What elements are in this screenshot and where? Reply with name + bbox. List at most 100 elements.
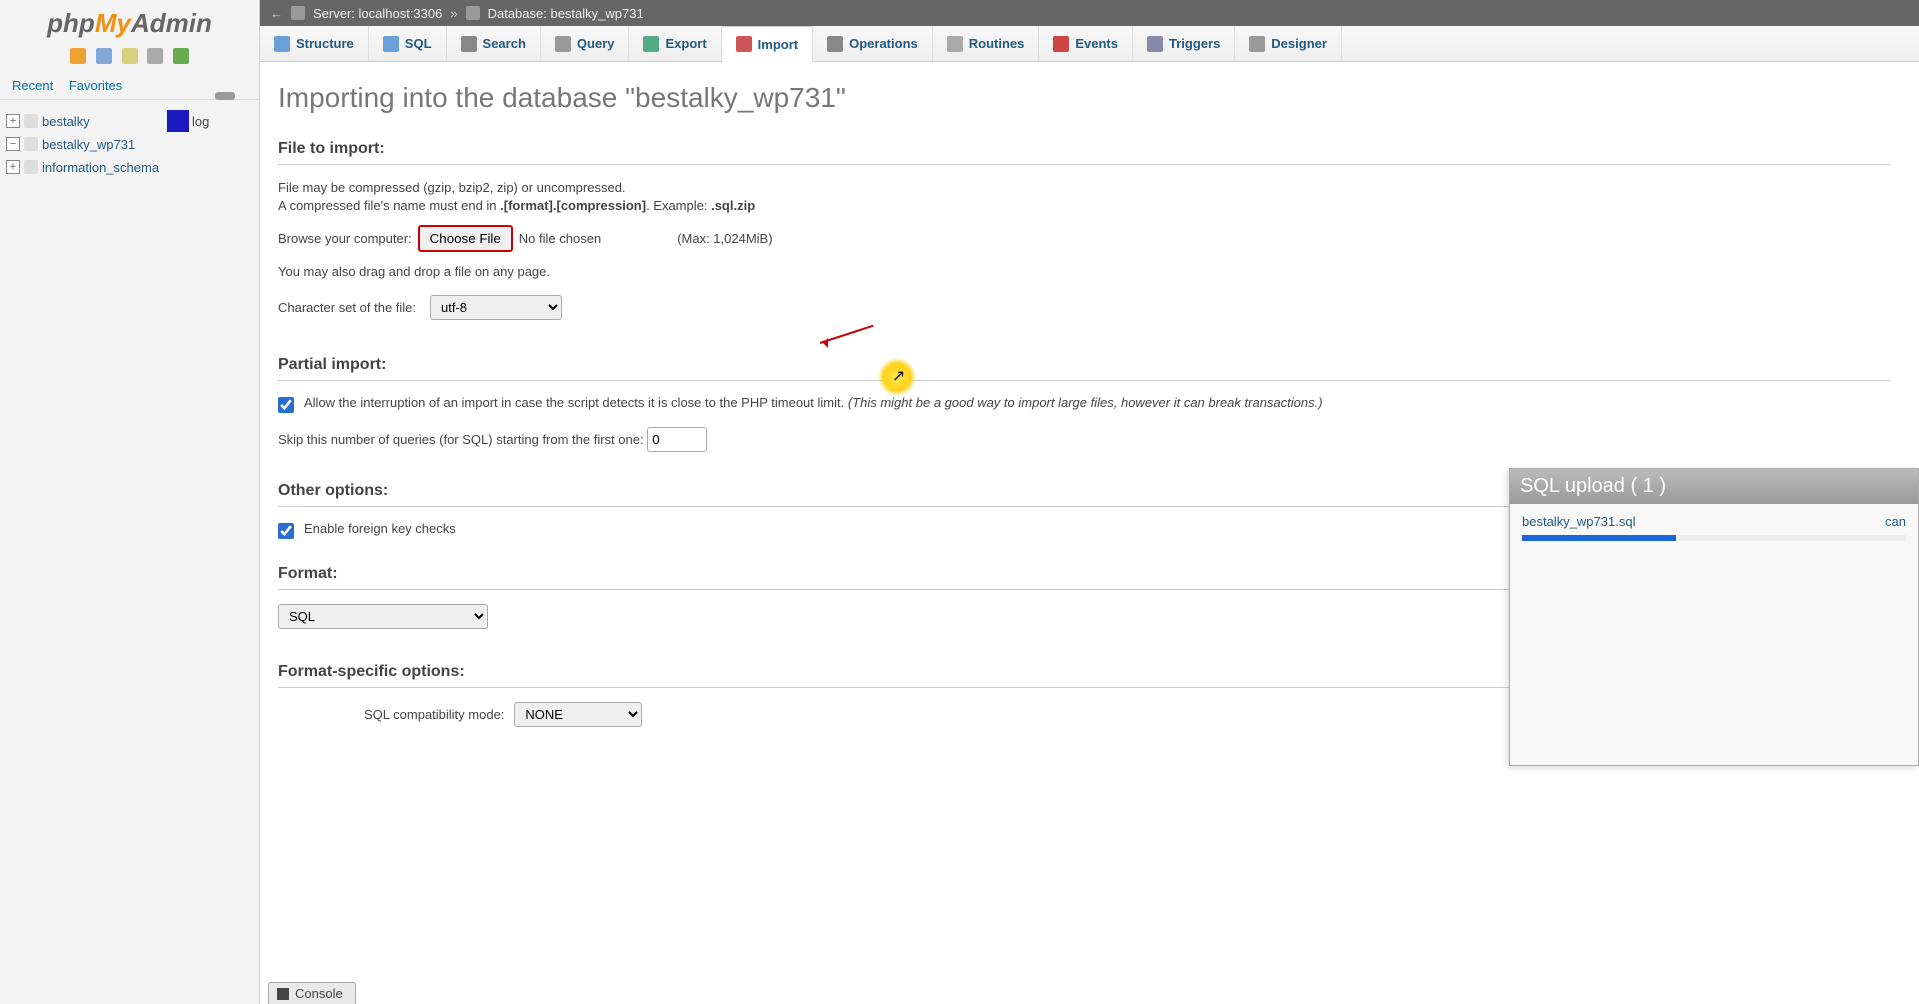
tab-bar: Structure SQL Search Query Export Import… [260, 26, 1919, 62]
help-line-2: A compressed file's name must end in .[f… [278, 197, 1891, 215]
upload-popup-header: SQL upload ( 1 ) [1510, 469, 1918, 504]
logo-part-admin: Admin [131, 8, 212, 38]
tab-search[interactable]: Search [447, 26, 541, 61]
reload-icon[interactable] [173, 48, 189, 64]
tab-designer[interactable]: Designer [1235, 26, 1342, 61]
upload-file-row: bestalky_wp731.sql can [1522, 514, 1906, 529]
help-line-1: File may be compressed (gzip, bzip2, zip… [278, 179, 1891, 197]
tab-label: Events [1075, 36, 1118, 51]
charset-label: Character set of the file: [278, 300, 416, 315]
tab-structure[interactable]: Structure [260, 26, 369, 61]
tab-import[interactable]: Import [722, 26, 813, 62]
divider [278, 380, 1891, 381]
home-icon[interactable] [70, 48, 86, 64]
logo-part-my: My [95, 8, 131, 38]
breadcrumb-database[interactable]: Database: bestalky_wp731 [488, 6, 644, 21]
breadcrumb-sep: » [450, 6, 457, 21]
fk-checks-checkbox[interactable] [278, 523, 294, 539]
sql-icon[interactable] [122, 48, 138, 64]
partial-import-heading: Partial import: [278, 356, 1891, 374]
designer-icon [1249, 36, 1265, 52]
fk-checks-label: Enable foreign key checks [304, 521, 456, 536]
help-text: . Example: [646, 198, 711, 213]
tab-sql[interactable]: SQL [369, 26, 447, 61]
import-icon [736, 36, 752, 52]
upload-popup-body: bestalky_wp731.sql can [1510, 504, 1918, 545]
sidebar-toolbar [0, 43, 259, 72]
docs-icon[interactable] [96, 48, 112, 64]
tab-label: SQL [405, 36, 432, 51]
help-text: A compressed file's name must end in [278, 198, 500, 213]
page-title: Importing into the database "bestalky_wp… [278, 82, 1891, 114]
db-name[interactable]: information_schema [42, 160, 159, 175]
console-icon [277, 988, 289, 1000]
upload-filename: bestalky_wp731.sql [1522, 514, 1635, 529]
sql-upload-popup: SQL upload ( 1 ) bestalky_wp731.sql can [1509, 468, 1919, 766]
routines-icon [947, 36, 963, 52]
collapse-icon[interactable]: − [6, 137, 20, 151]
format-select[interactable]: SQL [278, 604, 488, 629]
expand-icon[interactable]: + [6, 114, 20, 128]
tab-events[interactable]: Events [1039, 26, 1133, 61]
charset-select[interactable]: utf-8 [430, 295, 562, 320]
upload-progress-bar [1522, 535, 1906, 541]
upload-popup-blank [1510, 545, 1918, 765]
tab-export[interactable]: Export [629, 26, 721, 61]
tab-label: Designer [1271, 36, 1327, 51]
console-tab[interactable]: Console [268, 982, 356, 1004]
database-icon [24, 114, 38, 128]
max-size-text: (Max: 1,024MiB) [677, 231, 772, 246]
tab-triggers[interactable]: Triggers [1133, 26, 1235, 61]
file-import-heading: File to import: [278, 140, 1891, 158]
collapse-handle-icon[interactable] [215, 92, 235, 100]
tab-routines[interactable]: Routines [933, 26, 1040, 61]
breadcrumb-server[interactable]: Server: localhost:3306 [313, 6, 442, 21]
upload-progress-fill [1522, 535, 1676, 541]
file-help-text: File may be compressed (gzip, bzip2, zip… [278, 179, 1891, 215]
expand-icon[interactable]: + [6, 160, 20, 174]
compat-select[interactable]: NONE [514, 702, 642, 727]
recent-link[interactable]: Recent [12, 78, 53, 93]
settings-icon[interactable] [147, 48, 163, 64]
db-tree: + bestalky log − bestalky_wp731 + inform… [0, 100, 259, 189]
tab-label: Query [577, 36, 615, 51]
export-icon [643, 36, 659, 52]
skip-queries-label: Skip this number of queries (for SQL) st… [278, 432, 644, 447]
operations-icon [827, 36, 843, 52]
charset-row: Character set of the file: utf-8 [278, 295, 1891, 320]
db-name[interactable]: bestalky [42, 114, 90, 129]
skip-queries-input[interactable] [647, 427, 707, 452]
database-icon [24, 137, 38, 151]
database-icon [24, 160, 38, 174]
tree-item-bestalky-wp731[interactable]: − bestalky_wp731 [4, 133, 255, 156]
favorites-link[interactable]: Favorites [69, 78, 122, 93]
annotation-arrow [820, 324, 880, 344]
tab-operations[interactable]: Operations [813, 26, 933, 61]
compat-label: SQL compatibility mode: [364, 707, 504, 722]
tab-label: Structure [296, 36, 354, 51]
back-arrow-icon[interactable]: ← [270, 6, 283, 21]
tab-query[interactable]: Query [541, 26, 630, 61]
upload-cancel-link[interactable]: can [1885, 514, 1906, 529]
structure-icon [274, 36, 290, 52]
divider [278, 164, 1891, 165]
tree-item-information-schema[interactable]: + information_schema [4, 156, 255, 179]
help-text-bold: .[format].[compression] [500, 198, 646, 213]
tab-label: Import [758, 37, 798, 52]
browse-row: Browse your computer: Choose File No fil… [278, 225, 1891, 252]
logo-part-php: php [47, 8, 95, 38]
console-label: Console [295, 986, 343, 1001]
tab-label: Routines [969, 36, 1025, 51]
logo[interactable]: phpMyAdmin [0, 0, 259, 43]
label-text: Allow the interruption of an import in c… [304, 395, 848, 410]
sidebar: phpMyAdmin Recent Favorites + bestalky l… [0, 0, 260, 1004]
tree-item-bestalky[interactable]: + bestalky log [4, 110, 255, 133]
choose-file-button[interactable]: Choose File [418, 225, 513, 252]
server-icon [291, 6, 305, 20]
db-name[interactable]: bestalky_wp731 [42, 137, 135, 152]
database-icon [466, 6, 480, 20]
selection-highlight [167, 110, 189, 132]
triggers-icon [1147, 36, 1163, 52]
events-icon [1053, 36, 1069, 52]
allow-interruption-checkbox[interactable] [278, 397, 294, 413]
